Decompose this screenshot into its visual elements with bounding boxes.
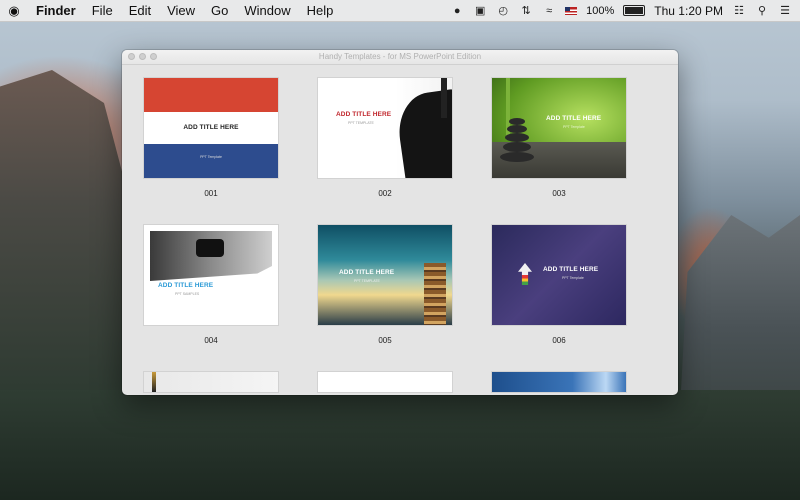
template-card[interactable]: ADD TITLE HERE PPT TEMPLATE 005 (318, 225, 452, 345)
template-card[interactable] (492, 372, 626, 392)
template-card[interactable] (144, 372, 278, 392)
apple-icon[interactable]: ◉ (0, 3, 28, 19)
template-thumbnail[interactable]: ADD TITLE HERE PPT Template (492, 225, 626, 325)
stone-image (507, 125, 527, 133)
menu-go[interactable]: Go (203, 3, 236, 18)
battery-icon[interactable] (623, 5, 646, 16)
thumbnail-title: ADD TITLE HERE (336, 111, 392, 118)
window-titlebar[interactable]: Handy Templates - for MS PowerPoint Edit… (122, 50, 678, 65)
time-machine-icon[interactable]: ◴ (496, 5, 510, 17)
template-number: 002 (378, 189, 392, 198)
thumbnail-subtitle: PPT Template (200, 155, 222, 159)
menu-extras-icon[interactable]: ☷ (732, 5, 746, 17)
template-thumbnail[interactable]: ADD TITLE HERE PPT Template (492, 78, 626, 178)
mountain-left (0, 70, 130, 400)
window-title: Handy Templates - for MS PowerPoint Edit… (318, 52, 482, 61)
thumbnail-title: ADD TITLE HERE (543, 266, 599, 273)
thumbnail-subtitle: PPT SAMPLES (175, 292, 200, 296)
sync-icon[interactable]: ⇅ (519, 5, 533, 17)
template-thumbnail[interactable]: ADD TITLE HERE PPT TEMPLATE (318, 78, 452, 178)
menu-finder[interactable]: Finder (28, 3, 84, 18)
template-number: 004 (204, 336, 218, 345)
battery-percent: 100% (586, 4, 615, 17)
stone-image (500, 152, 534, 162)
template-number: 003 (552, 189, 566, 198)
template-card[interactable]: ADD TITLE HERE PPT Template 006 (492, 225, 626, 345)
menu-file[interactable]: File (84, 3, 121, 18)
wifi-icon[interactable]: ≈ (542, 5, 556, 17)
template-number: 006 (552, 336, 566, 345)
menu-bar: ◉ Finder File Edit View Go Window Help ●… (0, 0, 800, 22)
thumbnail-title: ADD TITLE HERE (546, 115, 602, 122)
camera-icon (196, 239, 224, 257)
thumbnail-subtitle: PPT TEMPLATE (348, 121, 374, 125)
menu-view[interactable]: View (159, 3, 203, 18)
template-thumbnail[interactable] (318, 372, 452, 392)
us-flag-icon[interactable] (565, 6, 578, 15)
stone-image (505, 133, 529, 142)
stone-image (509, 118, 525, 125)
template-thumbnail[interactable] (492, 372, 626, 392)
template-card[interactable]: ADD TITLE HERE PPT Template 001 (144, 78, 278, 198)
template-card[interactable]: ADD TITLE HERE PPT SAMPLES 004 (144, 225, 278, 345)
menu-window[interactable]: Window (236, 3, 298, 18)
up-arrow-icon (518, 263, 532, 285)
template-thumbnail[interactable]: ADD TITLE HERE PPT TEMPLATE (318, 225, 452, 325)
template-thumbnail[interactable]: ADD TITLE HERE PPT Template (144, 78, 278, 178)
template-number: 005 (378, 336, 392, 345)
thumbnail-subtitle: PPT Template (563, 125, 585, 129)
guitar-neck-image (441, 78, 447, 118)
books-stack-image (424, 263, 446, 325)
status-area: ● ▣ ◴ ⇅ ≈ 100% Thu 1:20 PM ☷ ⚲ ☰ (450, 4, 800, 18)
template-thumbnail[interactable] (144, 372, 278, 392)
template-card[interactable] (318, 372, 452, 392)
zoom-button[interactable] (150, 53, 157, 60)
thumbnail-title: ADD TITLE HERE (158, 282, 214, 289)
menu-edit[interactable]: Edit (121, 3, 159, 18)
templates-window: Handy Templates - for MS PowerPoint Edit… (122, 50, 678, 395)
pen-image (152, 372, 156, 392)
cast-icon[interactable]: ▣ (473, 5, 487, 17)
stone-image (503, 142, 531, 152)
template-thumbnail[interactable]: ADD TITLE HERE PPT SAMPLES (144, 225, 278, 325)
template-card[interactable]: ADD TITLE HERE PPT Template 003 (492, 78, 626, 198)
minimize-button[interactable] (139, 53, 146, 60)
template-card[interactable]: ADD TITLE HERE PPT TEMPLATE 002 (318, 78, 452, 198)
menu-help[interactable]: Help (299, 3, 342, 18)
valley-forest (0, 390, 800, 500)
search-icon[interactable]: ⚲ (755, 5, 769, 17)
thumbnail-subtitle: PPT Template (562, 276, 584, 280)
thumbnail-subtitle: PPT TEMPLATE (354, 279, 380, 283)
thumbnail-title: ADD TITLE HERE (339, 269, 395, 276)
qq-icon[interactable]: ● (450, 5, 464, 17)
list-icon[interactable]: ☰ (778, 5, 792, 17)
clock[interactable]: Thu 1:20 PM (654, 4, 723, 18)
template-number: 001 (204, 189, 218, 198)
thumbnail-title: ADD TITLE HERE (183, 124, 239, 131)
close-button[interactable] (128, 53, 135, 60)
window-controls (128, 53, 157, 60)
